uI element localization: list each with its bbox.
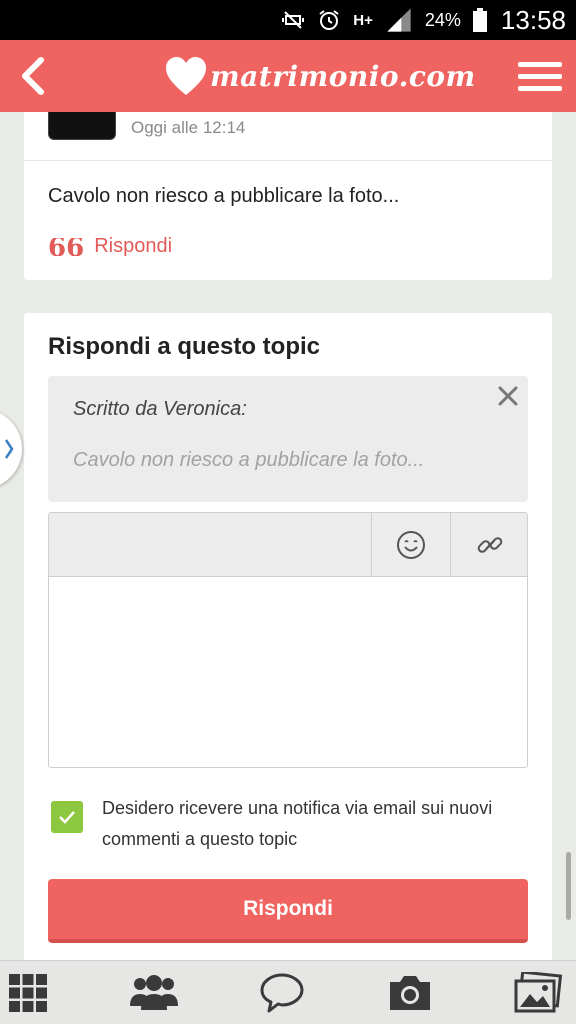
side-drawer-tab[interactable] bbox=[0, 409, 22, 489]
avatar[interactable] bbox=[48, 112, 116, 140]
chat-icon bbox=[260, 973, 304, 1013]
insert-link-button[interactable] bbox=[450, 513, 529, 576]
link-icon bbox=[477, 536, 503, 553]
divider bbox=[24, 160, 552, 161]
nav-menu-button[interactable] bbox=[0, 967, 56, 1019]
camera-icon bbox=[390, 976, 430, 1010]
heart-icon bbox=[166, 57, 206, 95]
site-logo[interactable]: matrimonio.com bbox=[164, 48, 476, 104]
status-bar: H+ 24% 13:58 bbox=[0, 0, 576, 40]
reply-editor bbox=[48, 512, 528, 768]
reply-form-card: Rispondi a questo topic Scritto da Veron… bbox=[24, 313, 552, 960]
editor-toolbar bbox=[49, 513, 527, 577]
comment-text: Cavolo non riesco a pubblicare la foto..… bbox=[48, 185, 400, 207]
notify-label: Desidero ricevere una notifica via email… bbox=[102, 798, 493, 849]
quote-author: Scritto da Veronica: bbox=[73, 398, 247, 420]
logo-text: matrimonio.com bbox=[210, 59, 476, 93]
menu-line bbox=[518, 73, 562, 79]
clock: 13:58 bbox=[500, 4, 566, 35]
nav-community-button[interactable] bbox=[126, 967, 182, 1019]
signal-icon bbox=[387, 8, 411, 32]
nav-camera-button[interactable] bbox=[382, 967, 438, 1019]
community-icon bbox=[130, 975, 178, 1010]
nav-chat-button[interactable] bbox=[254, 967, 310, 1019]
notify-checkbox[interactable] bbox=[51, 801, 83, 833]
page-content[interactable]: Oggi alle 12:14 Cavolo non riesco a pubb… bbox=[0, 112, 576, 960]
nav-gallery-button[interactable] bbox=[510, 967, 566, 1019]
reply-link-label: Rispondi bbox=[94, 235, 173, 257]
app-header: matrimonio.com bbox=[0, 40, 576, 112]
menu-line bbox=[518, 85, 562, 91]
hamburger-menu-button[interactable] bbox=[518, 54, 562, 98]
mute-icon bbox=[282, 11, 305, 29]
gallery-icon bbox=[514, 972, 563, 1013]
menu-line bbox=[518, 61, 562, 67]
scrollbar[interactable] bbox=[566, 852, 571, 920]
network-hplus-icon: H+ bbox=[353, 11, 373, 29]
emoji-button[interactable] bbox=[371, 513, 450, 576]
notify-option[interactable]: Desidero ricevere una notifica via email… bbox=[48, 793, 528, 853]
quote-text: Cavolo non riesco a pubblicare la foto..… bbox=[73, 449, 425, 471]
reply-form-title: Rispondi a questo topic bbox=[48, 333, 321, 360]
grid-icon bbox=[9, 974, 47, 1012]
reply-textarea[interactable] bbox=[49, 577, 527, 767]
battery-icon bbox=[472, 8, 487, 32]
battery-percentage: 24% bbox=[424, 9, 461, 30]
quoted-message: Scritto da Veronica: Cavolo non riesco a… bbox=[48, 376, 528, 502]
back-button[interactable] bbox=[12, 54, 52, 98]
submit-reply-button[interactable]: Rispondi bbox=[48, 879, 528, 943]
close-icon[interactable] bbox=[496, 384, 520, 408]
checkmark-icon bbox=[59, 811, 75, 824]
quote-icon: 66 bbox=[48, 237, 85, 256]
comment-card: Oggi alle 12:14 Cavolo non riesco a pubb… bbox=[24, 112, 552, 280]
chevron-left-icon bbox=[22, 57, 44, 95]
reply-link[interactable]: 66 Rispondi bbox=[48, 235, 172, 258]
comment-timestamp: Oggi alle 12:14 bbox=[131, 118, 246, 137]
bottom-navigation bbox=[0, 960, 576, 1024]
chevron-right-icon bbox=[4, 439, 14, 459]
smiley-icon bbox=[397, 530, 425, 559]
alarm-icon bbox=[319, 10, 339, 30]
